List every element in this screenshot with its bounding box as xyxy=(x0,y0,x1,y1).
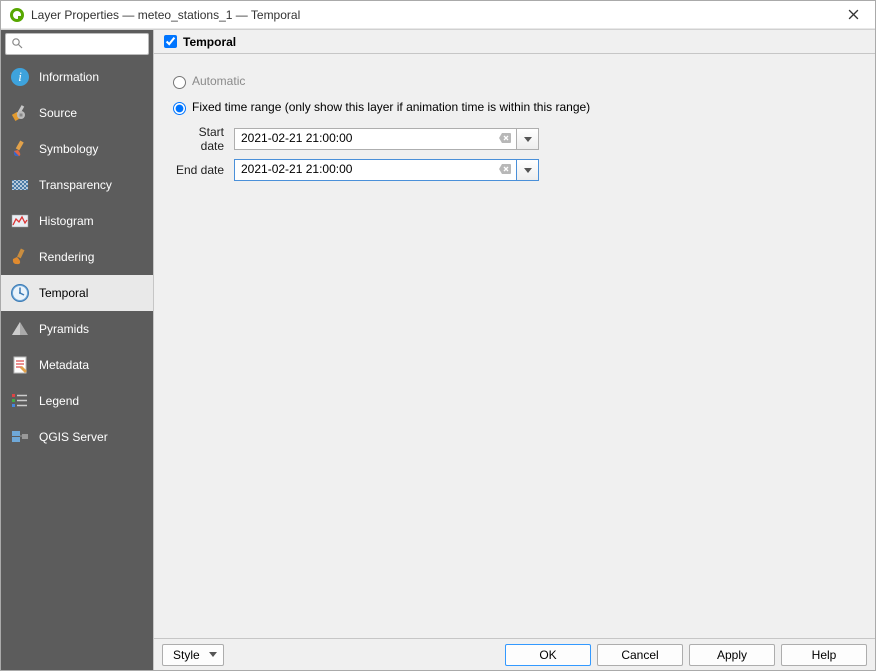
temporal-icon xyxy=(9,282,31,304)
start-date-label: Start date xyxy=(174,125,234,153)
search-icon xyxy=(11,37,23,52)
sidebar-item-label: Metadata xyxy=(39,358,89,372)
sidebar-item-transparency[interactable]: Transparency xyxy=(1,167,153,203)
sidebar-item-label: Source xyxy=(39,106,77,120)
ok-button-label: OK xyxy=(539,648,556,662)
metadata-icon xyxy=(9,354,31,376)
start-date-dropdown[interactable] xyxy=(517,128,539,150)
content: Temporal Automatic Fixed time range (onl… xyxy=(153,30,875,670)
sidebar-item-label: Pyramids xyxy=(39,322,89,336)
temporal-enable-checkbox[interactable] xyxy=(164,35,177,48)
end-date-dropdown[interactable] xyxy=(517,159,539,181)
sidebar-item-label: Temporal xyxy=(39,286,88,300)
apply-button-label: Apply xyxy=(717,648,747,662)
end-date-value: 2021-02-21 21:00:00 xyxy=(241,162,352,176)
sidebar-item-pyramids[interactable]: Pyramids xyxy=(1,311,153,347)
apply-button[interactable]: Apply xyxy=(689,644,775,666)
end-date-label: End date xyxy=(174,163,234,177)
qgis-server-icon xyxy=(9,426,31,448)
sidebar-item-information[interactable]: i Information xyxy=(1,59,153,95)
symbology-icon xyxy=(9,138,31,160)
sidebar-item-source[interactable]: Source xyxy=(1,95,153,131)
sidebar-item-metadata[interactable]: Metadata xyxy=(1,347,153,383)
temporal-header-label: Temporal xyxy=(183,35,236,49)
temporal-header: Temporal xyxy=(154,30,875,54)
sidebar-item-legend[interactable]: Legend xyxy=(1,383,153,419)
information-icon: i xyxy=(9,66,31,88)
clear-icon[interactable] xyxy=(498,131,512,145)
button-bar: Style OK Cancel Apply Help xyxy=(154,638,875,670)
titlebar: Layer Properties — meteo_stations_1 — Te… xyxy=(1,1,875,29)
sidebar-nav: i Information Source Symbology xyxy=(1,59,153,670)
sidebar-item-label: Legend xyxy=(39,394,79,408)
cancel-button-label: Cancel xyxy=(621,648,658,662)
style-button-label: Style xyxy=(173,648,200,662)
pyramids-icon xyxy=(9,318,31,340)
sidebar-item-label: Histogram xyxy=(39,214,94,228)
sidebar-item-label: Information xyxy=(39,70,99,84)
radio-fixed-label: Fixed time range (only show this layer i… xyxy=(192,100,590,114)
legend-icon xyxy=(9,390,31,412)
sidebar-item-histogram[interactable]: Histogram xyxy=(1,203,153,239)
clear-icon[interactable] xyxy=(498,162,512,176)
close-icon[interactable] xyxy=(837,1,869,29)
radio-row-automatic: Automatic xyxy=(168,73,861,89)
radio-automatic-label: Automatic xyxy=(192,74,245,88)
source-icon xyxy=(9,102,31,124)
ok-button[interactable]: OK xyxy=(505,644,591,666)
style-button[interactable]: Style xyxy=(162,644,224,666)
radio-automatic[interactable] xyxy=(173,76,186,89)
histogram-icon xyxy=(9,210,31,232)
sidebar-item-rendering[interactable]: Rendering xyxy=(1,239,153,275)
sidebar-item-label: Transparency xyxy=(39,178,112,192)
cancel-button[interactable]: Cancel xyxy=(597,644,683,666)
svg-text:i: i xyxy=(18,69,22,84)
sidebar-item-label: QGIS Server xyxy=(39,430,108,444)
radio-fixed[interactable] xyxy=(173,102,186,115)
sidebar-item-symbology[interactable]: Symbology xyxy=(1,131,153,167)
start-date-value: 2021-02-21 21:00:00 xyxy=(241,131,352,145)
search-input[interactable] xyxy=(5,33,149,55)
help-button[interactable]: Help xyxy=(781,644,867,666)
help-button-label: Help xyxy=(812,648,837,662)
window-title: Layer Properties — meteo_stations_1 — Te… xyxy=(31,8,300,22)
start-date-input[interactable]: 2021-02-21 21:00:00 xyxy=(234,128,517,150)
qgis-app-icon xyxy=(9,7,25,23)
end-date-input[interactable]: 2021-02-21 21:00:00 xyxy=(234,159,517,181)
chevron-down-icon xyxy=(209,649,217,660)
sidebar: i Information Source Symbology xyxy=(1,30,153,670)
sidebar-item-temporal[interactable]: Temporal xyxy=(1,275,153,311)
sidebar-item-label: Rendering xyxy=(39,250,94,264)
radio-row-fixed: Fixed time range (only show this layer i… xyxy=(168,99,861,115)
sidebar-item-qgis-server[interactable]: QGIS Server xyxy=(1,419,153,455)
rendering-icon xyxy=(9,246,31,268)
sidebar-item-label: Symbology xyxy=(39,142,98,156)
transparency-icon xyxy=(9,174,31,196)
